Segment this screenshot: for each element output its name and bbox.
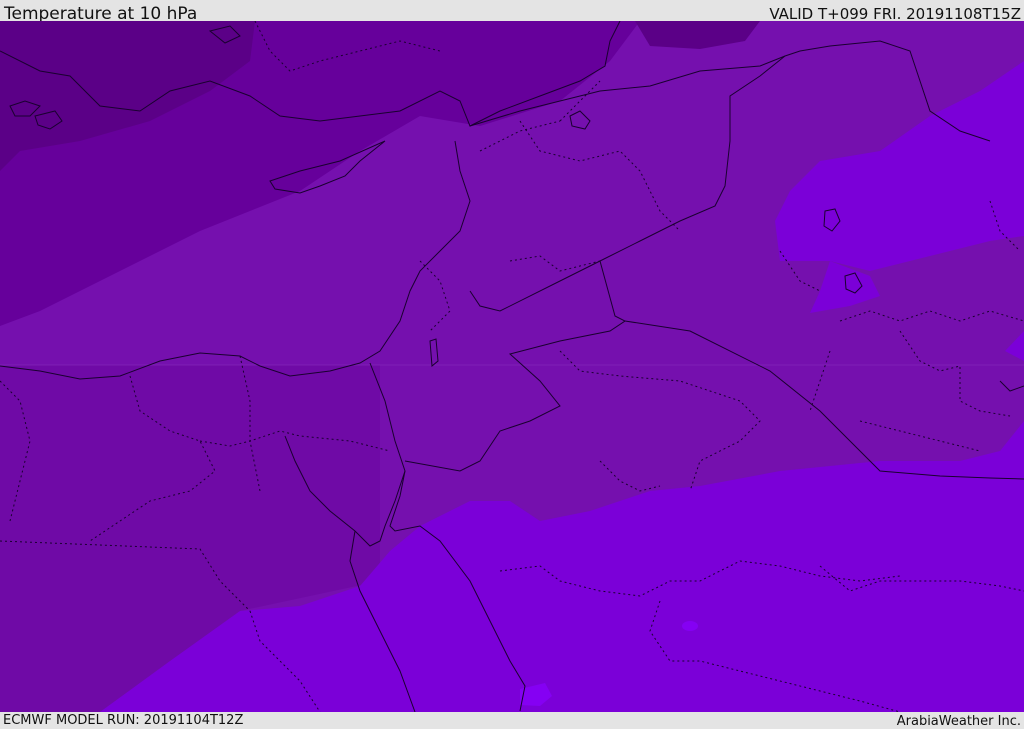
band-lightest-dot <box>682 621 698 631</box>
temperature-map <box>0 21 1024 712</box>
footer-bar: ECMWF MODEL RUN: 20191104T12Z ArabiaWeat… <box>0 712 1024 729</box>
credit-label: ArabiaWeather Inc. <box>896 714 1021 729</box>
model-run-label: ECMWF MODEL RUN: 20191104T12Z <box>3 713 244 728</box>
map-canvas <box>0 21 1024 712</box>
header-bar: Temperature at 10 hPa VALID T+099 FRI. 2… <box>0 0 1024 24</box>
map-frame: Temperature at 10 hPa VALID T+099 FRI. 2… <box>0 0 1024 729</box>
